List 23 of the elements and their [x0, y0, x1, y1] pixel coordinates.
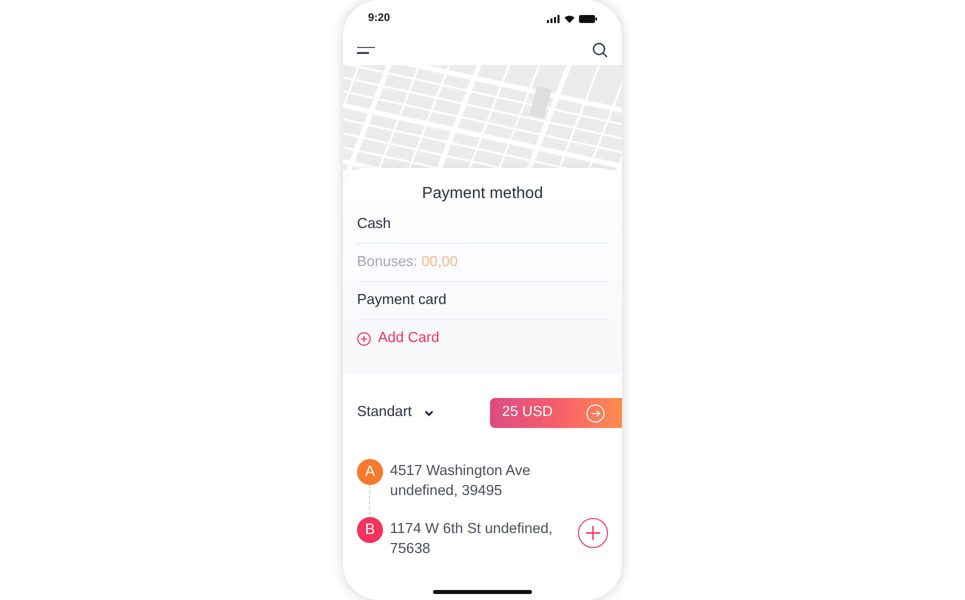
add-stop-button[interactable]	[578, 518, 608, 548]
payment-option[interactable]: Payment card	[357, 290, 446, 312]
signal-icon	[547, 14, 560, 22]
plus-icon	[586, 526, 600, 540]
wifi-icon	[564, 14, 575, 22]
payment-option[interactable]: Cash	[357, 214, 391, 236]
search-icon[interactable]	[592, 42, 608, 58]
battery-icon	[579, 14, 597, 22]
chevron-down-icon	[424, 410, 434, 416]
card-title: Payment method	[421, 184, 544, 204]
route-marker: B	[357, 517, 383, 543]
arrow-circle-icon	[586, 404, 605, 422]
bonuses-label: Bonuses:	[357, 252, 418, 272]
tariff-dropdown[interactable]: Standart	[357, 402, 434, 424]
plus-circle-icon	[357, 332, 371, 346]
menu-button[interactable]	[357, 44, 375, 56]
bonuses-value: 00,00	[421, 252, 458, 272]
route-marker: A	[357, 459, 383, 485]
route-address: 4517 Washington Ave undefined, 39495	[390, 462, 532, 501]
price-button[interactable]: 25 USD	[490, 398, 622, 428]
add-card-button[interactable]: Add Card	[357, 328, 440, 350]
status-time: 9:20	[368, 11, 390, 26]
route-address: 1174 W 6th St undefined, 75638	[390, 520, 554, 559]
